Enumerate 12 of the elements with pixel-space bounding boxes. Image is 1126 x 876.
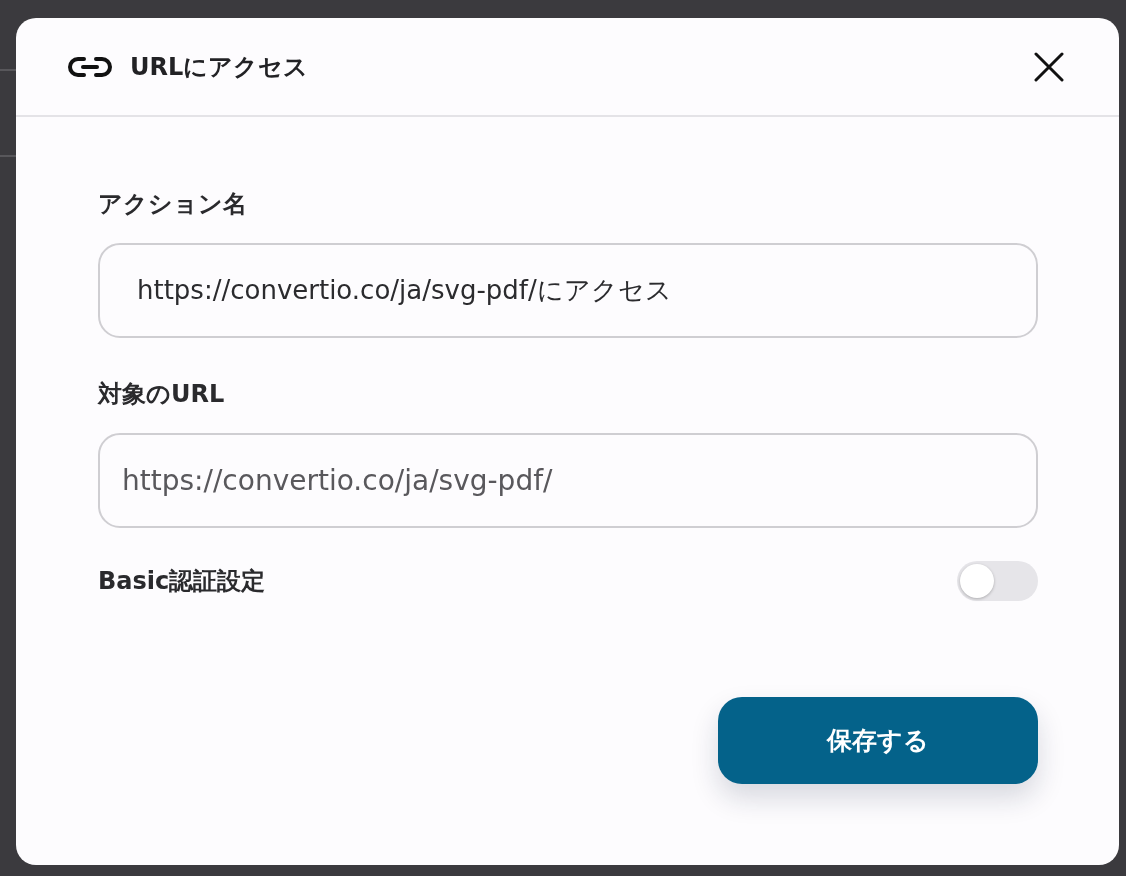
input-field[interactable]: https://convertio.co/ja/svg-pdf/ [98,433,1038,528]
field-label: 対象のURL [98,379,225,410]
link-icon [67,55,113,78]
toggle-knob [960,564,994,598]
toggle-switch[interactable] [957,561,1038,601]
close-button[interactable] [1034,51,1064,82]
input-field[interactable]: https://convertio.co/ja/svg-pdf/にアクセス [98,243,1038,338]
save-button[interactable]: 保存する [718,697,1038,784]
dialog-title: URLにアクセス [130,51,309,83]
field-label: アクション名 [98,189,247,220]
close-icon [1034,51,1064,82]
toggle-label: Basic認証設定 [98,566,266,597]
